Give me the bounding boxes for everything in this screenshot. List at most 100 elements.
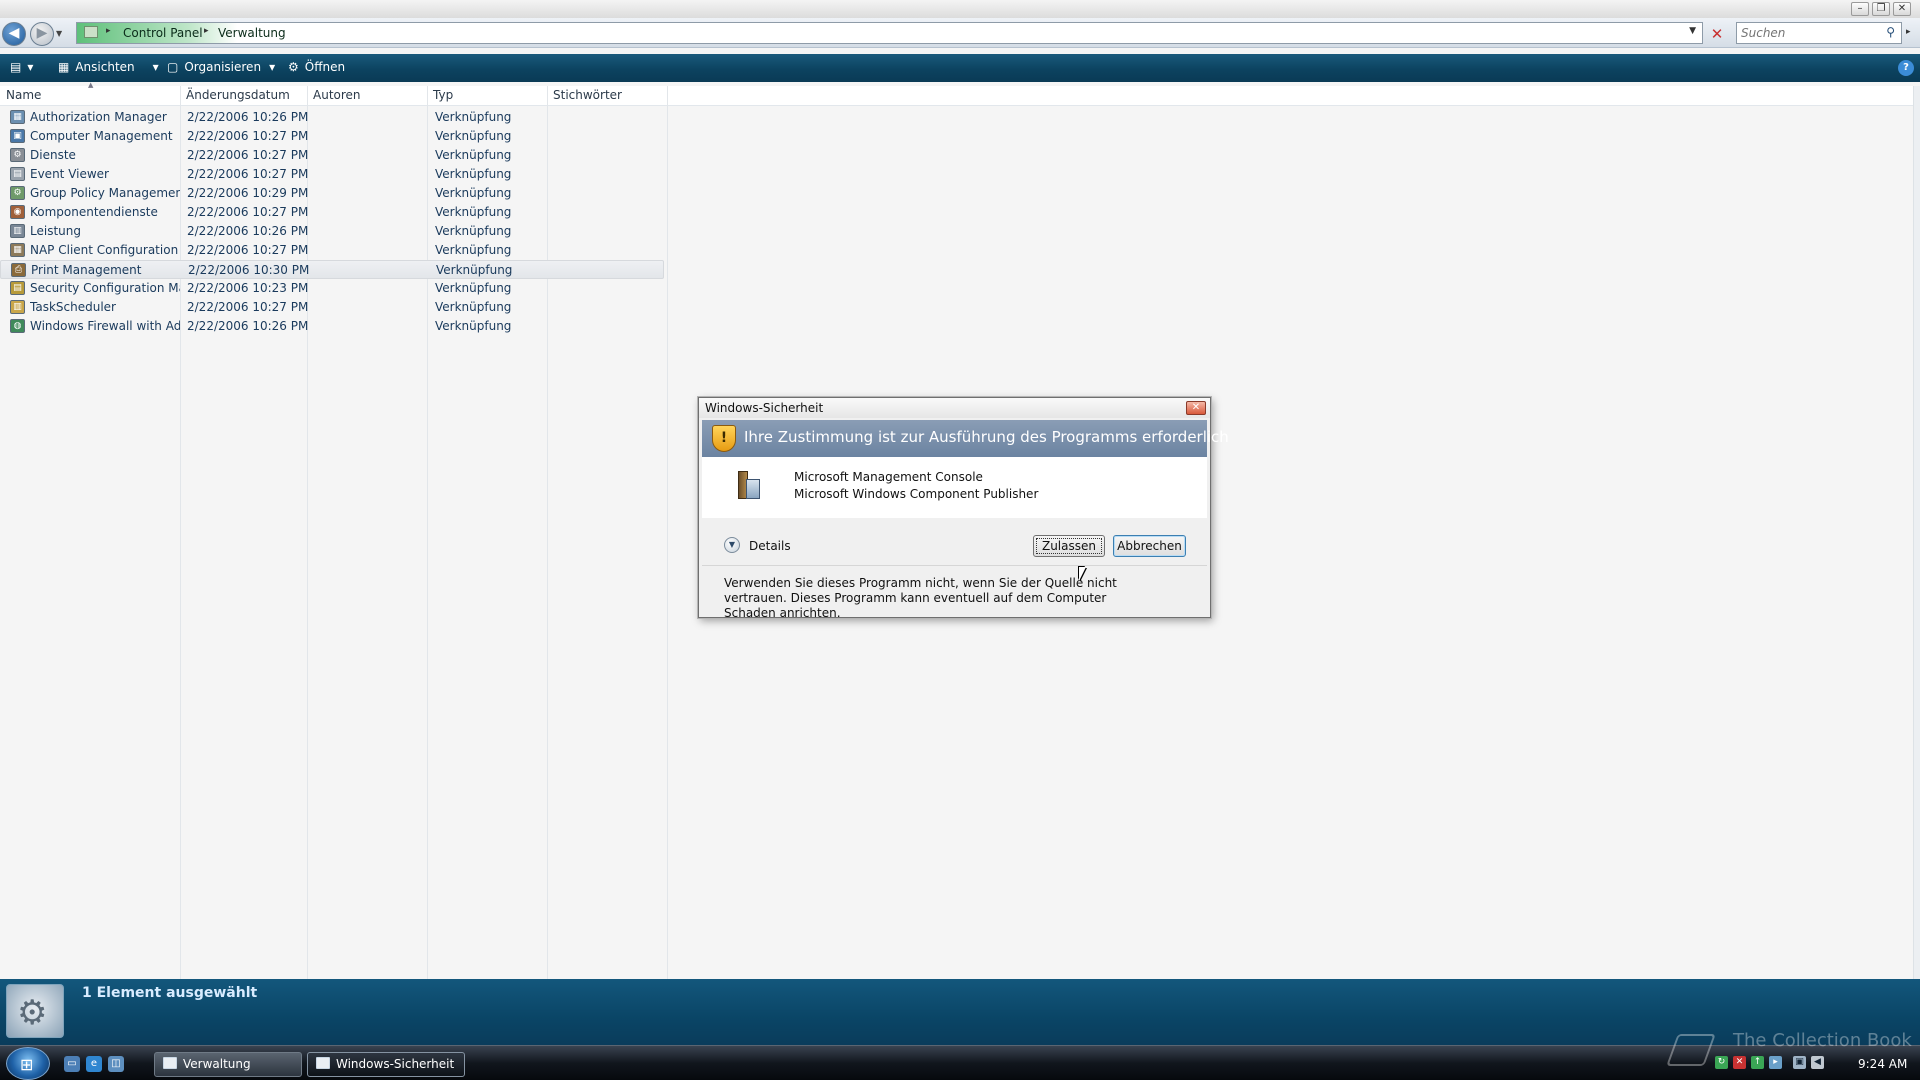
address-bar[interactable]: ▸ Control Panel ▸ Verwaltung ▼	[76, 22, 1703, 44]
security-config-icon: ▤	[10, 281, 25, 295]
column-divider[interactable]	[667, 86, 668, 979]
list-item[interactable]: ▤ Event Viewer 2/22/2006 10:27 PM Verknüpfu…	[0, 165, 664, 184]
search-icon[interactable]: ⚲	[1886, 25, 1895, 39]
safely-remove-icon[interactable]: ▸	[1769, 1056, 1782, 1069]
search-box[interactable]: ⚲	[1736, 22, 1902, 44]
dialog-titlebar: Windows-Sicherheit ✕	[699, 398, 1210, 418]
dialog-banner: ! Ihre Zustimmung ist zur Ausführung des…	[702, 420, 1229, 457]
chevron-right-icon[interactable]: ▸	[1906, 27, 1911, 37]
window-icon	[163, 1057, 177, 1069]
performance-icon: ▥	[10, 224, 25, 238]
firewall-icon: ◍	[10, 319, 25, 333]
breadcrumb-separator-icon[interactable]: ▸	[204, 26, 209, 36]
back-button[interactable]: ◀	[2, 22, 26, 46]
selected-item-icon: ⚙	[6, 984, 64, 1038]
print-management-icon: ⎙	[11, 263, 26, 277]
computer-management-icon: ▣	[10, 129, 25, 143]
recent-pages-dropdown[interactable]: ▼	[56, 29, 62, 38]
nap-client-icon: ▦	[10, 243, 25, 257]
sync-icon[interactable]: ↻	[1715, 1056, 1728, 1069]
list-item[interactable]: ⚙ Dienste 2/22/2006 10:27 PM Verknüpfung	[0, 146, 664, 165]
maximize-button[interactable]: ❐	[1872, 2, 1890, 16]
column-header-authors[interactable]: Autoren	[313, 88, 361, 102]
mouse-cursor-icon	[1079, 567, 1093, 581]
vertical-scrollbar[interactable]	[1913, 86, 1920, 979]
switch-windows-icon[interactable]: ◫	[108, 1056, 124, 1072]
list-item[interactable]: ▦ NAP Client Configuration 2/22/2006 10:27…	[0, 241, 664, 260]
breadcrumb-control-panel[interactable]: Control Panel	[123, 26, 203, 40]
open-button[interactable]: ⚙ Öffnen	[288, 60, 345, 74]
list-item[interactable]: ▣ Computer Management 2/22/2006 10:27 PM Ve…	[0, 127, 664, 146]
dialog-close-button[interactable]: ✕	[1186, 401, 1206, 415]
address-dropdown-icon[interactable]: ▼	[1689, 26, 1696, 36]
details-label[interactable]: Details	[749, 539, 791, 553]
taskbar-button-verwaltung[interactable]: Verwaltung	[154, 1052, 302, 1077]
show-desktop-icon[interactable]: ▭	[64, 1056, 80, 1072]
details-pane: ⚙ 1 Element ausgewählt	[0, 979, 1920, 1045]
list-item[interactable]: ▥ TaskScheduler 2/22/2006 10:27 PM Verknüpf…	[0, 298, 664, 317]
list-item[interactable]: ▤Security Configuration Ma...2/22/2006 1…	[0, 279, 664, 298]
task-scheduler-icon: ▥	[10, 300, 25, 314]
folder-icon	[84, 26, 98, 38]
breadcrumb-separator-icon[interactable]: ▸	[106, 26, 111, 36]
column-header-name[interactable]: Name	[6, 88, 41, 102]
forward-button[interactable]: ▶	[30, 22, 54, 46]
help-icon[interactable]: ?	[1898, 60, 1914, 76]
organize-button[interactable]: ▢ Organisieren ▾	[167, 60, 275, 74]
open-icon: ⚙	[288, 60, 299, 74]
chevron-down-icon: ▾	[269, 60, 276, 74]
authorization-icon: ▦	[10, 110, 25, 124]
start-button[interactable]: ⊞	[6, 1047, 50, 1080]
list-item[interactable]: ⚙ Group Policy Management 2/22/2006 10:29 …	[0, 184, 664, 203]
update-icon[interactable]: ↑	[1751, 1056, 1764, 1069]
chevron-down-icon: ▾	[152, 60, 159, 74]
column-header-tags[interactable]: Stichwörter	[553, 88, 622, 102]
shield-warning-icon: !	[712, 425, 736, 452]
network-icon[interactable]: ▣	[1793, 1056, 1806, 1069]
chevron-down-icon[interactable]: ▼	[724, 537, 740, 553]
list-item[interactable]: ▥ Leistung 2/22/2006 10:26 PM Verknüpfung	[0, 222, 664, 241]
mmc-program-icon	[736, 469, 762, 503]
event-viewer-icon: ▤	[10, 167, 25, 181]
taskbar: ⊞ ▭ e ◫ Verwaltung Windows-Sicherheit ↻ …	[0, 1045, 1920, 1080]
layout-icon: ▤	[10, 60, 22, 74]
column-header-type[interactable]: Typ	[433, 88, 453, 102]
list-item[interactable]: ▦ Authorization Manager 2/22/2006 10:26 PM…	[0, 108, 664, 127]
volume-icon[interactable]: ◀	[1811, 1056, 1824, 1069]
services-icon: ⚙	[10, 148, 25, 162]
close-button[interactable]: ✕	[1893, 2, 1911, 16]
component-services-icon: ◉	[10, 205, 25, 219]
windows-logo-icon: ⊞	[20, 1055, 34, 1074]
list-item[interactable]: ◉ Komponentendienste 2/22/2006 10:27 PM Ver…	[0, 203, 664, 222]
breadcrumb-verwaltung[interactable]: Verwaltung	[218, 26, 286, 40]
allow-button[interactable]: Zulassen	[1033, 535, 1105, 557]
minimize-button[interactable]: –	[1851, 2, 1869, 16]
column-headers: Name Änderungsdatum Autoren Typ Stichwör…	[0, 86, 1920, 106]
security-dialog: Windows-Sicherheit ✕ ! Ihre Zustimmung i…	[698, 397, 1229, 620]
open-label: Öffnen	[304, 60, 346, 74]
taskbar-button-security[interactable]: Windows-Sicherheit	[307, 1052, 465, 1077]
program-publisher: Microsoft Windows Component Publisher	[794, 487, 1039, 501]
internet-explorer-icon[interactable]: e	[86, 1056, 102, 1072]
program-name: Microsoft Management Console	[794, 470, 983, 484]
cancel-button[interactable]: Abbrechen	[1113, 535, 1186, 557]
views-button[interactable]: ▦ Ansichten ▾	[58, 60, 159, 74]
list-item[interactable]: ◍ Windows Firewall with Ad... 2/22/2006 10…	[0, 317, 664, 336]
window-titlebar: – ❐ ✕	[0, 0, 1920, 18]
system-tray: ↻ ✕ ↑ ▸ ▣ ◀	[1715, 1056, 1835, 1072]
list-item-selected[interactable]: ⎙ Print Management 2/22/2006 10:30 PM Verkn…	[0, 260, 664, 279]
views-icon: ▦	[58, 60, 70, 74]
organize-icon: ▢	[167, 60, 179, 74]
layout-button[interactable]: ▤ ▾	[10, 60, 33, 74]
divider	[702, 565, 1207, 566]
search-input[interactable]	[1741, 25, 1871, 41]
program-info: Microsoft Management Console Microsoft W…	[702, 457, 1207, 518]
dialog-title: Windows-Sicherheit	[705, 401, 824, 415]
sort-ascending-icon: ▲	[88, 81, 94, 89]
command-toolbar: ▤ ▾ ▦ Ansichten ▾ ▢ Organisieren ▾ ⚙ Öffnen ?	[0, 54, 1920, 82]
column-header-date[interactable]: Änderungsdatum	[186, 88, 290, 102]
security-alert-icon[interactable]: ✕	[1733, 1056, 1746, 1069]
tools-icon: ⚙	[17, 993, 48, 1033]
stop-icon[interactable]: ✕	[1708, 25, 1726, 43]
clock[interactable]: 9:24 AM	[1858, 1057, 1907, 1071]
